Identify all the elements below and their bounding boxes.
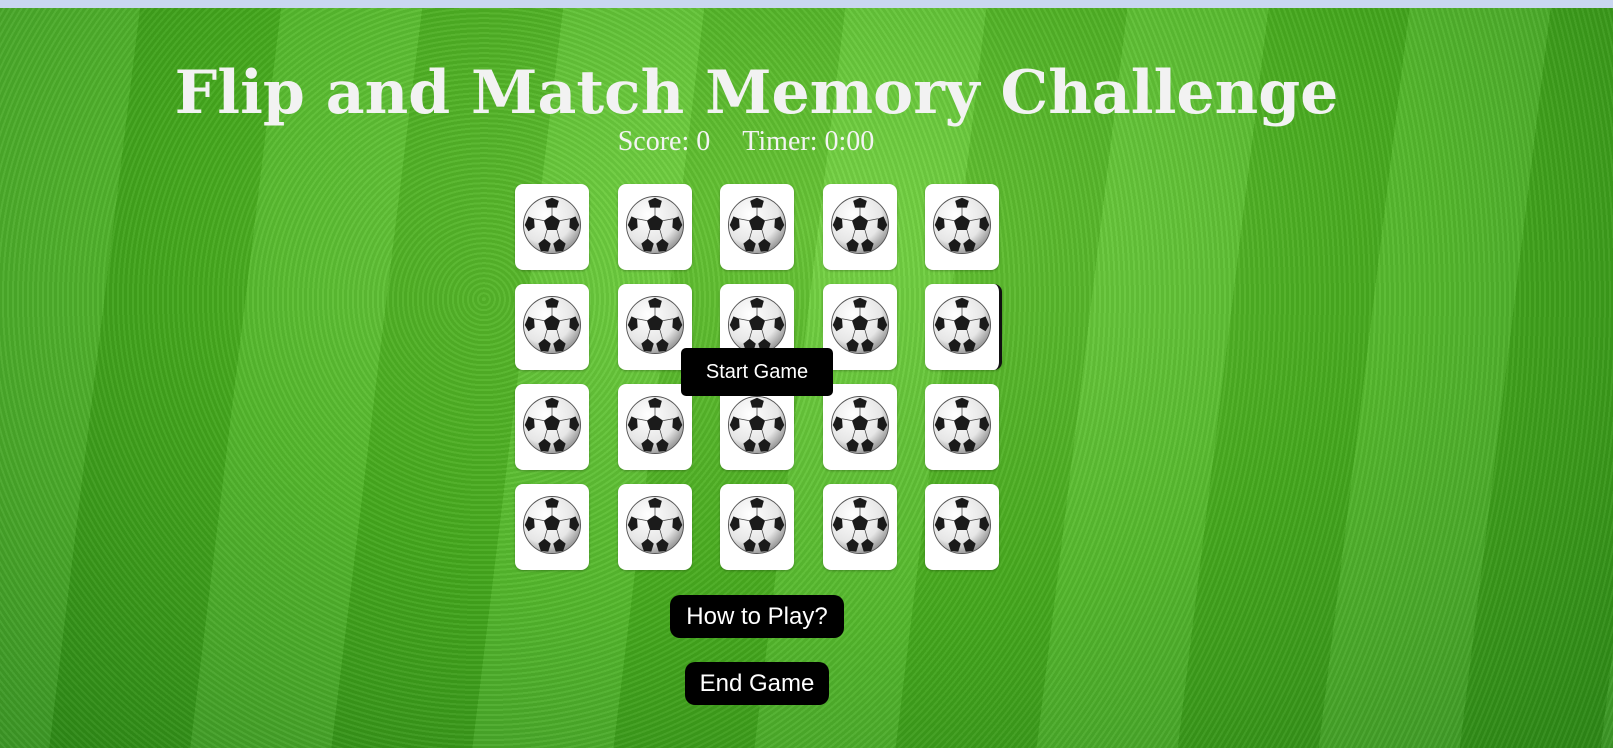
- memory-card[interactable]: [515, 484, 589, 570]
- soccer-ball-icon: [624, 494, 686, 560]
- memory-card[interactable]: [618, 384, 692, 470]
- memory-card[interactable]: [618, 184, 692, 270]
- memory-card[interactable]: [515, 184, 589, 270]
- memory-card[interactable]: [823, 384, 897, 470]
- page-title: Flip and Match Memory Challenge: [174, 58, 1339, 128]
- soccer-ball-icon: [521, 394, 583, 460]
- soccer-ball-icon: [624, 194, 686, 260]
- soccer-ball-icon: [521, 294, 583, 360]
- stats-bar: Score: 0 Timer: 0:00: [0, 126, 1492, 158]
- memory-card[interactable]: [515, 384, 589, 470]
- memory-card[interactable]: [925, 284, 1002, 370]
- memory-card[interactable]: [925, 484, 999, 570]
- start-game-button[interactable]: Start Game: [681, 348, 833, 396]
- score-display: Score: 0: [617, 126, 711, 157]
- memory-card[interactable]: [823, 484, 897, 570]
- soccer-ball-icon: [624, 294, 686, 360]
- soccer-ball-icon: [829, 194, 891, 260]
- end-game-button[interactable]: End Game: [685, 662, 829, 705]
- memory-card[interactable]: [515, 284, 589, 370]
- memory-card[interactable]: [720, 484, 794, 570]
- memory-card[interactable]: [925, 384, 999, 470]
- soccer-ball-icon: [829, 494, 891, 560]
- soccer-ball-icon: [931, 194, 993, 260]
- memory-card[interactable]: [720, 384, 794, 470]
- soccer-ball-icon: [726, 394, 788, 460]
- soccer-ball-icon: [726, 194, 788, 260]
- soccer-ball-icon: [521, 194, 583, 260]
- soccer-ball-icon: [521, 494, 583, 560]
- memory-card[interactable]: [618, 484, 692, 570]
- soccer-ball-icon: [931, 394, 993, 460]
- memory-card[interactable]: [823, 184, 897, 270]
- browser-top-strip: [0, 0, 1613, 8]
- soccer-ball-icon: [829, 394, 891, 460]
- soccer-ball-icon: [829, 294, 891, 360]
- soccer-ball-icon: [624, 394, 686, 460]
- soccer-ball-icon: [931, 494, 993, 560]
- memory-card[interactable]: [720, 184, 794, 270]
- timer-display: Timer: 0:00: [742, 126, 875, 157]
- soccer-ball-icon: [931, 294, 993, 360]
- soccer-ball-icon: [726, 494, 788, 560]
- memory-card[interactable]: [925, 184, 999, 270]
- how-to-play-button[interactable]: How to Play?: [670, 595, 844, 638]
- memory-card[interactable]: [823, 284, 897, 370]
